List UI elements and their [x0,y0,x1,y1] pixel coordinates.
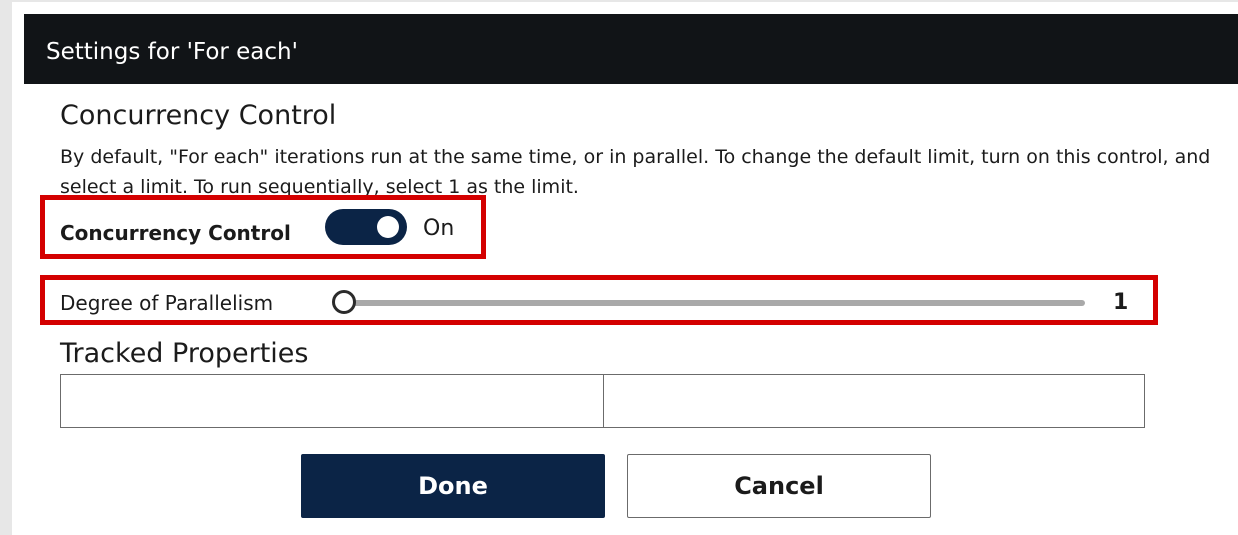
concurrency-heading: Concurrency Control [60,100,337,131]
dialog-titlebar: Settings for 'For each' [24,14,1238,84]
concurrency-description: By default, "For each" iterations run at… [60,146,1211,198]
toggle-state-label: On [423,216,455,241]
tracked-properties-heading: Tracked Properties [60,338,309,369]
parallelism-label: Degree of Parallelism [60,291,274,315]
done-button[interactable]: Done [301,454,605,518]
parallelism-value: 1 [1113,290,1129,315]
concurrency-control-row: Concurrency Control On [40,195,486,259]
tracked-property-value-input[interactable] [603,374,1145,428]
tracked-property-key-input[interactable] [60,374,604,428]
settings-dialog: Settings for 'For each' Concurrency Cont… [0,0,1238,535]
dialog-title: Settings for 'For each' [46,39,298,65]
toggle-knob [377,216,399,238]
concurrency-control-label: Concurrency Control [60,221,291,245]
cancel-button[interactable]: Cancel [627,454,931,518]
concurrency-toggle[interactable] [325,209,407,245]
parallelism-slider-track[interactable] [343,300,1085,306]
parallelism-row: Degree of Parallelism 1 [40,275,1158,325]
parallelism-slider-thumb[interactable] [332,290,356,314]
